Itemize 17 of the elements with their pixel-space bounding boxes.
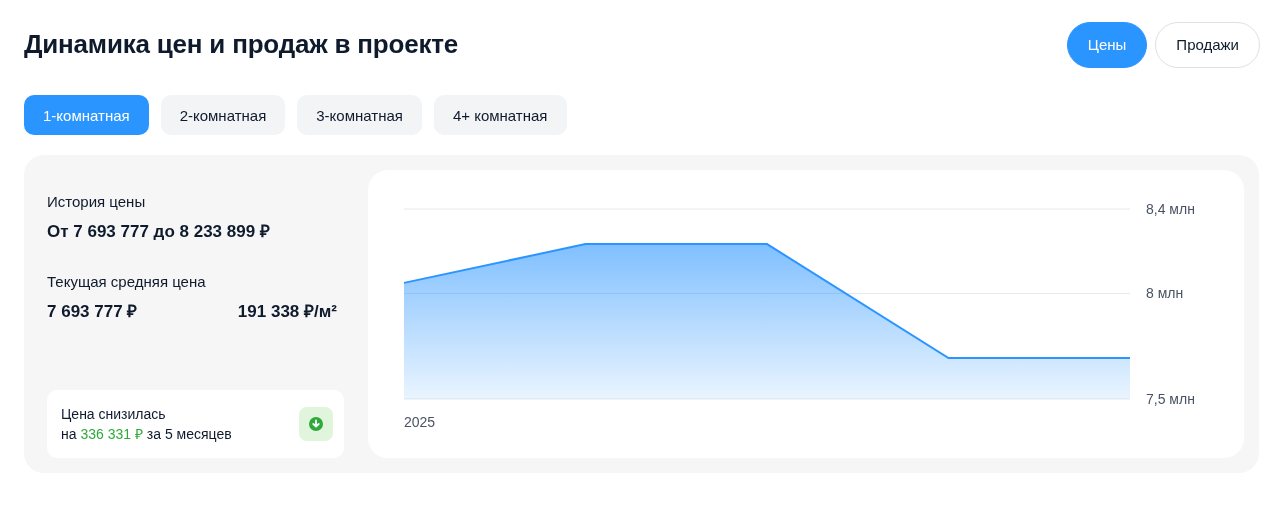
room-tab[interactable]: 3-комнатная [297,95,422,135]
history-value: От 7 693 777 до 8 233 899 ₽ [47,221,271,242]
price-per-m2: 191 338 ₽/м² [237,301,337,322]
price-change-text: на 336 331 ₽ за 5 месяцев [61,425,232,444]
arrow-down-circle-icon [309,417,323,431]
y-axis-label: 8,4 млн [1146,201,1195,217]
view-toggle-button[interactable]: Продажи [1155,21,1260,68]
price-change-title: Цена снизилась [61,405,167,424]
page-title: Динамика цен и продаж в проекте [24,29,459,60]
room-tab[interactable]: 2-комнатная [160,95,286,135]
y-axis-label: 7,5 млн [1146,391,1195,407]
x-axis-label: 2025 [404,414,436,430]
current-price-label: Текущая средняя цена [47,273,207,290]
room-tab[interactable]: 4+ комнатная [433,95,567,135]
current-price: 7 693 777 ₽ [47,301,138,322]
y-axis-label: 8 млн [1146,285,1184,302]
history-label: История цены [47,193,147,210]
